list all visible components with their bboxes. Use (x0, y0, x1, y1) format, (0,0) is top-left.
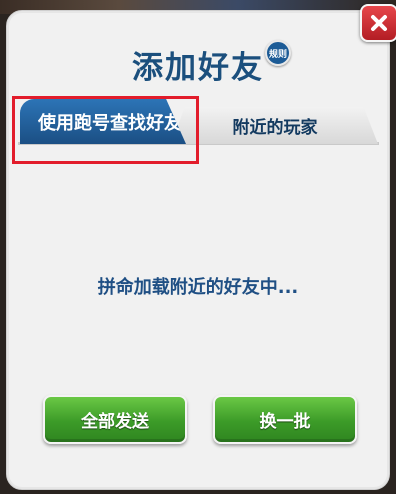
dialog-title: 添加好友 (132, 50, 264, 86)
tab-nearby-players[interactable]: 附近的玩家 (172, 107, 378, 144)
close-button[interactable] (360, 4, 396, 42)
highlight-box (12, 96, 199, 164)
close-icon (371, 15, 387, 31)
loading-status: 拼命加载附近的好友中... (97, 277, 299, 298)
rules-badge[interactable]: 规则 (265, 40, 291, 66)
refresh-batch-button[interactable]: 换一批 (213, 395, 357, 444)
send-all-button[interactable]: 全部发送 (43, 395, 187, 444)
